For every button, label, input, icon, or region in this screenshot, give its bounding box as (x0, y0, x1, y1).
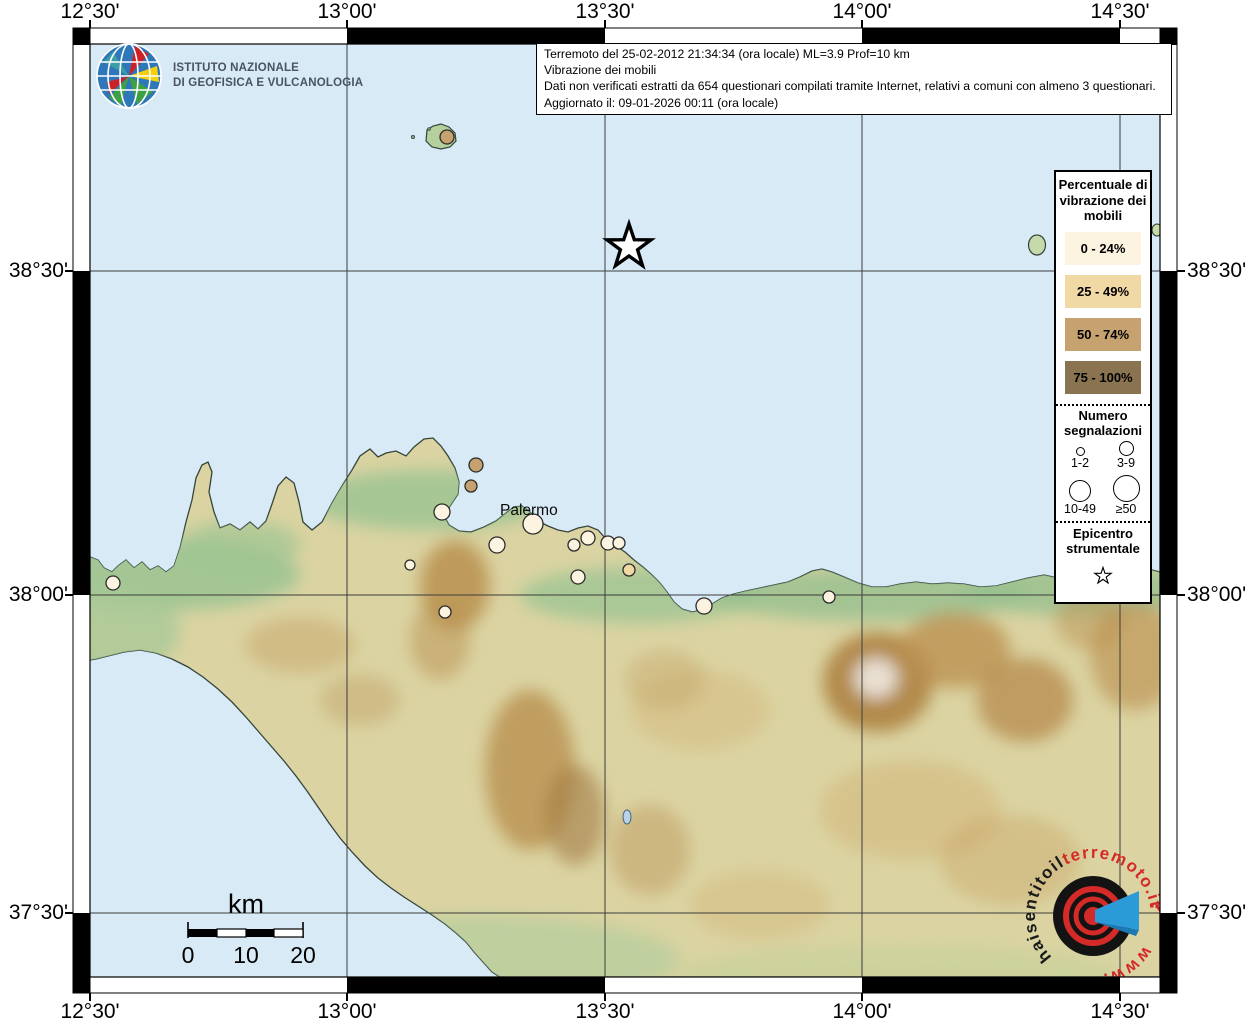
event-effect-line: Vibrazione dei mobili (544, 62, 1164, 78)
ingv-logo: ISTITUTO NAZIONALE DI GEOFISICA E VULCAN… (95, 42, 363, 110)
axis-label-right-1: 38°30' (1187, 259, 1255, 283)
report-marker (469, 458, 483, 472)
legend-swatch-50-74: 50 - 74% (1065, 318, 1141, 351)
islet (411, 135, 414, 138)
axis-label-bottom-4: 14°00' (817, 1000, 907, 1024)
legend-size-1-2: 1-2 (1057, 441, 1103, 471)
size-label: 3-9 (1117, 456, 1135, 471)
event-info-box: Terremoto del 25-02-2012 21:34:34 (ora l… (536, 43, 1172, 115)
report-marker (434, 504, 450, 520)
axis-label-bottom-3: 13°30' (560, 1000, 650, 1024)
legend-swatch-25-49: 25 - 49% (1065, 275, 1141, 308)
report-marker (465, 480, 477, 492)
ingv-name-line2: DI GEOFISICA E VULCANOLOGIA (173, 76, 363, 91)
macroseismic-map-page: haisentitoilterremoto.it www. ? (0, 0, 1255, 1024)
size-circle-icon (1119, 441, 1134, 456)
size-circle-icon (1113, 475, 1140, 502)
scale-tick-0: 0 (158, 942, 218, 969)
islet (428, 128, 431, 131)
report-marker (489, 537, 505, 553)
legend-size-grid: 1-2 3-9 10-49 ≥50 (1056, 438, 1150, 517)
size-circle-icon (1069, 480, 1091, 502)
report-marker (405, 560, 415, 570)
axis-label-top-4: 14°00' (817, 0, 907, 24)
size-circle-icon (1076, 447, 1085, 456)
report-marker (581, 531, 595, 545)
report-marker (613, 537, 625, 549)
report-marker (823, 591, 835, 603)
axis-label-left-2: 38°00' (0, 583, 68, 607)
legend-panel: Percentuale di vibrazione dei mobili 0 -… (1054, 170, 1152, 604)
report-marker (439, 606, 451, 618)
axis-label-top-5: 14°30' (1075, 0, 1165, 24)
legend-epicenter-title: Epicentro strumentale (1056, 523, 1150, 557)
axis-label-bottom-5: 14°30' (1075, 1000, 1165, 1024)
report-marker (440, 130, 454, 144)
axis-label-right-3: 37°30' (1187, 901, 1255, 925)
legend-swatch-75-100: 75 - 100% (1065, 361, 1141, 394)
axis-label-left-1: 38°30' (0, 259, 68, 283)
size-label: 1-2 (1071, 456, 1089, 471)
city-label-palermo: Palermo (500, 502, 558, 520)
axis-label-right-2: 38°00' (1187, 583, 1255, 607)
legend-count-title: Numero segnalazioni (1056, 406, 1150, 438)
alicudi-island (1029, 235, 1046, 255)
scale-tick-10: 10 (216, 942, 276, 969)
axis-label-top-1: 12°30' (45, 0, 135, 24)
report-marker (568, 539, 580, 551)
event-summary-line: Terremoto del 25-02-2012 21:34:34 (ora l… (544, 46, 1164, 62)
scale-tick-20: 20 (273, 942, 333, 969)
legend-size-50plus: ≥50 (1103, 475, 1149, 517)
report-marker (696, 598, 712, 614)
legend-percent-title: Percentuale di vibrazione dei mobili (1056, 172, 1150, 224)
event-updated-line: Aggiornato il: 09-01-2026 00:11 (ora loc… (544, 95, 1164, 111)
axis-label-top-3: 13°30' (560, 0, 650, 24)
report-marker (623, 564, 635, 576)
legend-star-icon (1086, 559, 1120, 593)
ingv-globe-icon (95, 42, 163, 110)
scale-unit-label: km (216, 889, 276, 920)
legend-size-10-49: 10-49 (1057, 475, 1103, 517)
ingv-name-line1: ISTITUTO NAZIONALE (173, 61, 363, 76)
axis-label-bottom-2: 13°00' (302, 1000, 392, 1024)
report-marker (571, 570, 585, 584)
legend-size-3-9: 3-9 (1103, 441, 1149, 471)
axis-label-top-2: 13°00' (302, 0, 392, 24)
size-label: ≥50 (1116, 502, 1137, 517)
size-label: 10-49 (1064, 502, 1096, 517)
legend-swatch-0-24: 0 - 24% (1065, 232, 1141, 265)
report-marker (106, 576, 120, 590)
axis-label-bottom-1: 12°30' (45, 1000, 135, 1024)
axis-label-left-3: 37°30' (0, 901, 68, 925)
event-data-note-line: Dati non verificati estratti da 654 ques… (544, 78, 1164, 94)
lake (623, 810, 631, 824)
ingv-wordmark: ISTITUTO NAZIONALE DI GEOFISICA E VULCAN… (173, 61, 363, 91)
